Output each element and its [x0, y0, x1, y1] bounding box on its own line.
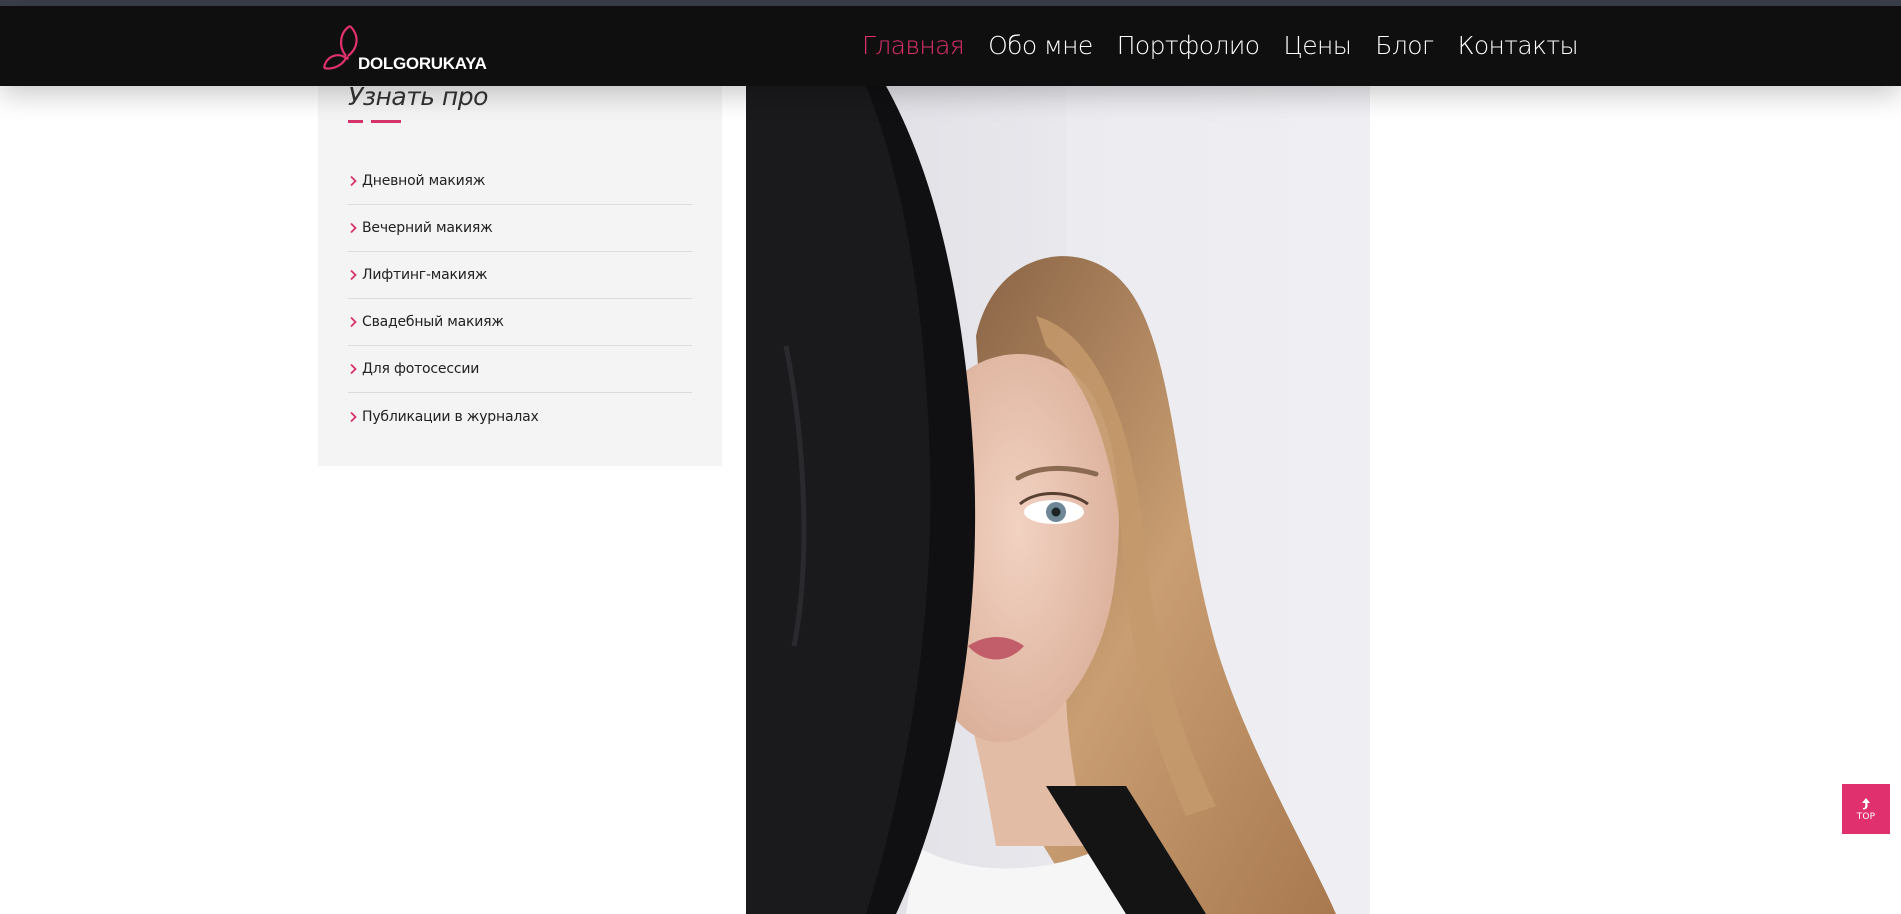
- sidebar-item-label: Для фотосессии: [362, 361, 480, 377]
- arrow-up-icon: [1862, 797, 1870, 809]
- logo-text: DOLGORUKAYA: [358, 54, 487, 73]
- sidebar-item-day-makeup[interactable]: Дневной макияж: [348, 158, 692, 205]
- back-to-top-button[interactable]: TOP: [1842, 784, 1890, 834]
- sidebar-item-evening-makeup[interactable]: Вечерний макияж: [348, 205, 692, 252]
- nav-item-portfolio[interactable]: Портфолио: [1117, 28, 1260, 64]
- main-nav: Главная Обо мне Портфолио Цены Блог Конт…: [862, 28, 1579, 64]
- sidebar-item-wedding-makeup[interactable]: Свадебный макияж: [348, 299, 692, 346]
- butterfly-icon: [322, 25, 358, 70]
- site-logo[interactable]: DOLGORUKAYA: [320, 22, 487, 76]
- sidebar-title: Узнать про: [348, 82, 488, 111]
- sidebar-item-photoshoot[interactable]: Для фотосессии: [348, 346, 692, 393]
- chevron-right-icon: [350, 222, 357, 234]
- nav-item-prices[interactable]: Цены: [1283, 28, 1351, 64]
- sidebar-widget: Узнать про Дневной макияж Вечерний макия…: [318, 82, 722, 466]
- nav-item-contacts[interactable]: Контакты: [1458, 28, 1579, 64]
- portrait-illustration: [746, 86, 1370, 914]
- portrait-photo: [746, 86, 1370, 914]
- title-underline: [348, 120, 408, 123]
- sidebar-item-label: Дневной макияж: [362, 173, 486, 189]
- chevron-right-icon: [350, 175, 357, 187]
- sidebar-item-label: Свадебный макияж: [362, 314, 504, 330]
- chevron-right-icon: [350, 316, 357, 328]
- sidebar-menu: Дневной макияж Вечерний макияж Лифтинг-м…: [348, 158, 692, 440]
- site-header: DOLGORUKAYA Главная Обо мне Портфолио Це…: [0, 6, 1901, 86]
- back-to-top-label: TOP: [1856, 811, 1876, 822]
- sidebar-item-publications[interactable]: Публикации в журналах: [348, 393, 692, 440]
- sidebar-item-label: Публикации в журналах: [362, 408, 539, 425]
- nav-item-about[interactable]: Обо мне: [988, 28, 1093, 64]
- nav-item-blog[interactable]: Блог: [1375, 28, 1434, 64]
- sidebar-item-label: Лифтинг-макияж: [362, 267, 488, 283]
- chevron-right-icon: [350, 363, 357, 375]
- chevron-right-icon: [350, 411, 357, 422]
- chevron-right-icon: [350, 269, 357, 281]
- sidebar-item-lifting-makeup[interactable]: Лифтинг-макияж: [348, 252, 692, 299]
- nav-item-home[interactable]: Главная: [862, 28, 965, 64]
- sidebar-item-label: Вечерний макияж: [362, 220, 493, 236]
